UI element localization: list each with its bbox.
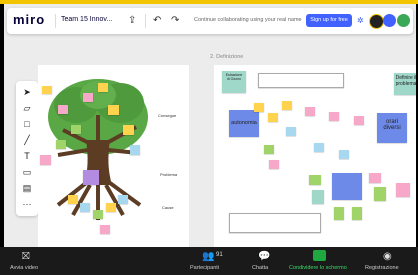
comment-icon[interactable]: ▭: [21, 166, 33, 178]
chat-button[interactable]: 💬 Chatta: [250, 247, 280, 275]
sticky-note[interactable]: [339, 150, 349, 159]
meeting-controls-bar: ⛝ Avvia video 👥 91 Partecipanti 💬 Chatta…: [0, 247, 418, 275]
record-button[interactable]: ◉ Registrazione: [365, 247, 415, 275]
toolbar-divider: [145, 14, 146, 28]
chat-label: Chatta: [252, 265, 269, 271]
share-screen-label: Condividere lo schermo: [289, 265, 347, 271]
sticky-note[interactable]: autonomia: [229, 110, 259, 137]
tree-label-causes: Cause: [162, 205, 174, 210]
sticky-note[interactable]: [83, 93, 93, 102]
start-video-button[interactable]: ⛝ Avvia video: [10, 247, 50, 275]
sticky-note[interactable]: [83, 170, 99, 185]
sticky-note[interactable]: [93, 210, 103, 219]
text-card[interactable]: [229, 213, 321, 233]
sticky-note[interactable]: [130, 145, 140, 155]
note-icon[interactable]: ▱: [21, 102, 33, 114]
problem-tree-frame[interactable]: Consegue Problema Cause: [38, 65, 189, 247]
undo-icon[interactable]: ↶: [153, 15, 161, 26]
miro-logo[interactable]: miro: [13, 12, 45, 27]
sticky-note[interactable]: [264, 145, 274, 154]
sticky-note[interactable]: [108, 105, 119, 115]
text-icon[interactable]: T: [21, 150, 33, 162]
tree-illustration: [48, 79, 148, 220]
signup-button[interactable]: Sign up for free: [306, 14, 352, 27]
sticky-note[interactable]: [354, 116, 364, 125]
chat-icon: 💬: [258, 251, 271, 262]
promo-text: Continue collaborating using your real n…: [194, 17, 302, 23]
avatar[interactable]: [397, 14, 410, 27]
share-screen-icon: [313, 250, 326, 261]
sticky-note[interactable]: [269, 160, 279, 169]
sticky-note[interactable]: [118, 195, 128, 204]
sticky-note[interactable]: [352, 207, 362, 220]
sticky-note[interactable]: [305, 107, 315, 116]
tree-label-consequences: Consegue: [158, 113, 177, 118]
participants-label: Partecipanti: [190, 265, 220, 271]
sticky-note[interactable]: [58, 105, 68, 114]
record-label: Registrazione: [365, 265, 399, 271]
sticky-note[interactable]: [286, 127, 296, 136]
sticky-note[interactable]: [334, 207, 344, 220]
text-card[interactable]: [258, 73, 344, 88]
avatar[interactable]: [369, 14, 384, 29]
export-icon[interactable]: ⇪: [128, 15, 136, 26]
record-icon: ◉: [383, 251, 392, 262]
sticky-note[interactable]: [254, 103, 264, 112]
redo-icon[interactable]: ↷: [171, 15, 179, 26]
share-screen-button[interactable]: Condividere lo schermo: [289, 247, 351, 275]
sticky-note[interactable]: [268, 113, 278, 122]
sticky-note[interactable]: [42, 86, 52, 94]
sticky-note[interactable]: [40, 155, 51, 165]
sticky-note[interactable]: [369, 173, 381, 183]
sticky-note[interactable]: [68, 195, 78, 204]
shape-icon[interactable]: □: [21, 118, 33, 130]
frame-title[interactable]: 2. Definizione: [210, 54, 243, 60]
sticky-note[interactable]: [374, 187, 386, 201]
video-off-icon: ⛝: [22, 251, 30, 262]
participants-button[interactable]: 👥 91 Partecipanti: [190, 247, 236, 275]
sticky-note[interactable]: [329, 112, 339, 121]
tool-panel: ➤ ▱ □ ╱ T ▭ ▤ ···: [16, 81, 38, 216]
sticky-note[interactable]: [396, 183, 410, 197]
pen-icon[interactable]: ╱: [21, 134, 33, 146]
sticky-note[interactable]: [282, 101, 292, 110]
toolbar-divider: [55, 14, 56, 28]
sticky-note[interactable]: [123, 125, 134, 135]
sticky-note[interactable]: [314, 143, 324, 152]
sticky-note[interactable]: [312, 190, 324, 204]
sticky-note[interactable]: [80, 203, 90, 212]
reactions-icon[interactable]: ✲: [357, 16, 364, 25]
board-toolbar: miro Team 15 Innov... ⇪ ↶ ↷ Continue col…: [7, 8, 413, 34]
sticky-note[interactable]: [71, 125, 81, 134]
sticky-note[interactable]: Estrazione di Ozono: [222, 71, 246, 93]
sticky-note[interactable]: [309, 175, 321, 185]
tree-label-problem: Problema: [160, 172, 178, 177]
sticky-note[interactable]: [106, 203, 116, 212]
definition-frame[interactable]: Estrazione di Ozono Definire il problema…: [214, 65, 416, 247]
sticky-note[interactable]: [56, 140, 66, 149]
participants-count: 91: [216, 252, 223, 258]
sticky-note[interactable]: orari diversi: [377, 113, 407, 143]
miro-board-canvas[interactable]: miro Team 15 Innov... ⇪ ↶ ↷ Continue col…: [4, 4, 416, 247]
pointer-icon[interactable]: ➤: [21, 86, 33, 98]
board-name[interactable]: Team 15 Innov...: [61, 16, 112, 23]
sticky-note[interactable]: [98, 83, 108, 92]
sticky-note[interactable]: Definire il problema: [394, 73, 416, 95]
participants-icon: 👥: [202, 251, 215, 262]
sticky-note[interactable]: [100, 225, 110, 234]
frame-icon[interactable]: ▤: [21, 182, 33, 194]
sticky-note[interactable]: [332, 173, 362, 200]
more-icon[interactable]: ···: [21, 198, 33, 210]
start-video-label: Avvia video: [10, 265, 39, 271]
avatar[interactable]: [383, 14, 396, 27]
